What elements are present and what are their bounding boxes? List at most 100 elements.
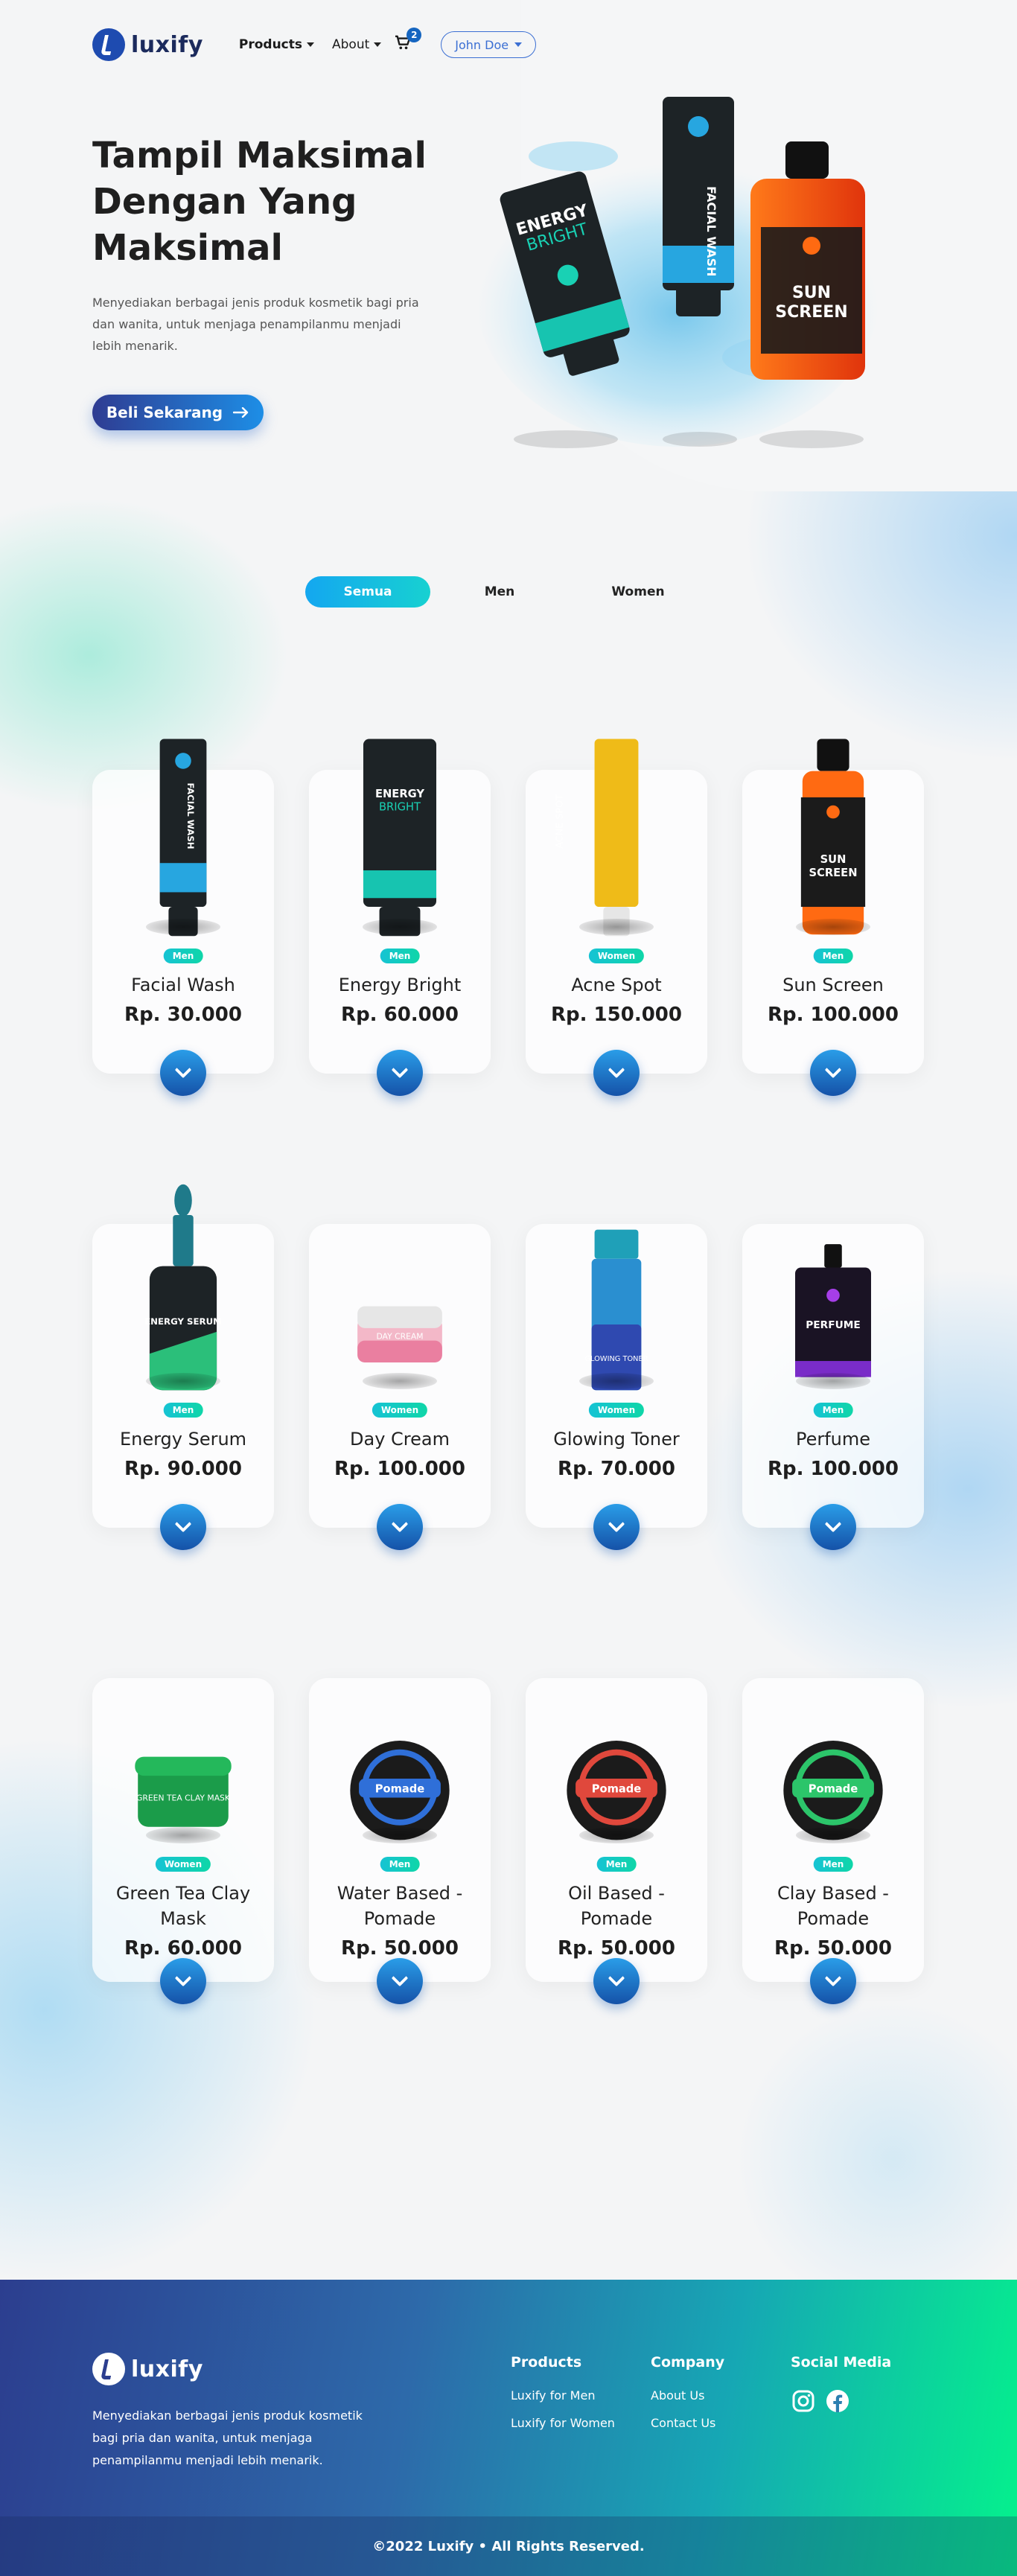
chevron-down-icon [174,1969,192,1987]
product-name: Green Tea Clay Mask [115,1883,251,1929]
product-name: Clay Based - Pomade [777,1883,889,1929]
nav-products-dropdown[interactable]: Products [239,37,315,52]
product-shadow [796,1827,870,1843]
svg-text:GREEN TEA CLAY MASK: GREEN TEA CLAY MASK [136,1793,231,1802]
category-badge: Men [163,1403,203,1418]
footer-logo[interactable]: luxify [92,2353,203,2385]
product-shadow [579,919,654,935]
tab-men[interactable]: Men [430,576,569,608]
expand-details-button[interactable] [377,1958,423,2004]
expand-details-button[interactable] [160,1504,206,1550]
svg-text:DAY CREAM: DAY CREAM [376,1332,423,1342]
product-card[interactable]: Pomade Men Oil Based - Pomade Rp. 50.000 [526,1678,707,2004]
chevron-down-icon [391,1969,409,1987]
expand-details-button[interactable] [160,1050,206,1096]
svg-text:FACIAL WASH: FACIAL WASH [185,782,196,849]
expand-details-button[interactable] [810,1050,856,1096]
footer-link-contact-us[interactable]: Contact Us [651,2416,724,2430]
svg-text:BRIGHT: BRIGHT [379,801,421,814]
product-price: Rp. 50.000 [341,1937,459,1960]
product-price: Rp. 60.000 [124,1937,242,1960]
product-card[interactable]: Pomade Men Water Based - Pomade Rp. 50.000 [309,1678,491,2004]
chevron-down-icon [824,1061,842,1079]
svg-text:SCREEN: SCREEN [775,303,847,322]
chevron-down-icon [608,1061,625,1079]
product-shadow [796,1373,870,1389]
product-card[interactable]: PERFUME Men Perfume Rp. 100.000 [742,1224,924,1550]
expand-details-button[interactable] [377,1504,423,1550]
product-shadow [146,1373,220,1389]
product-price: Rp. 100.000 [768,1458,899,1480]
product-price: Rp. 150.000 [551,1004,682,1026]
footer-link-luxify-men[interactable]: Luxify for Men [511,2388,615,2403]
expand-details-button[interactable] [593,1958,640,2004]
logo[interactable]: luxify [92,28,203,61]
product-price: Rp. 50.000 [774,1937,892,1960]
buy-now-button[interactable]: Beli Sekarang [92,395,264,430]
chevron-down-icon [374,42,382,47]
product-card[interactable]: GLOWING TONER Women Glowing Toner Rp. 70.00… [526,1224,707,1550]
expand-details-button[interactable] [593,1050,640,1096]
category-badge: Men [813,1403,853,1418]
buy-now-label: Beli Sekarang [106,404,223,421]
product-name: Oil Based - Pomade [568,1883,665,1929]
svg-text:SUN: SUN [792,284,831,302]
chevron-down-icon [174,1515,192,1533]
nav-about-dropdown[interactable]: About [332,37,382,52]
category-badge: Men [596,1857,637,1872]
product-price: Rp. 100.000 [334,1458,465,1480]
social-links [791,2388,891,2414]
expand-details-button[interactable] [810,1504,856,1550]
product-price: Rp. 100.000 [768,1004,899,1026]
expand-details-button[interactable] [377,1050,423,1096]
product-name: Energy Bright [338,975,462,995]
svg-text:FACIAL WASH: FACIAL WASH [704,186,718,277]
svg-text:SUN: SUN [820,853,847,866]
product-card[interactable]: DAY CREAM Women Day Cream Rp. 100.000 [309,1224,491,1550]
logo-icon [92,28,125,61]
product-shadow [796,919,870,935]
svg-text:Pomade: Pomade [809,1783,858,1796]
product-card[interactable]: GREEN TEA CLAY MASK Women Green Tea Clay M… [92,1678,274,2004]
footer-products-heading: Products [511,2354,582,2371]
product-name: Acne Spot [571,975,662,995]
instagram-icon[interactable] [791,2388,816,2414]
hero-description: Menyediakan berbagai jenis produk kosmet… [92,296,419,353]
footer-company-column: Company About Us Contact Us [651,2354,724,2443]
chevron-down-icon [307,42,315,47]
product-price: Rp. 30.000 [124,1004,242,1026]
product-card[interactable]: SUN SCREEN Men Sun Screen Rp. 100.000 [742,739,924,1096]
chevron-down-icon [824,1515,842,1533]
expand-details-button[interactable] [593,1504,640,1550]
product-card[interactable]: ENERGY SERUM Men Energy Serum Rp. 90.000 [92,1184,274,1550]
product-shadow [146,919,220,935]
product-card[interactable]: Pomade Men Clay Based - Pomade Rp. 50.000 [742,1678,924,2004]
navbar: luxify Products About 2 John Doe [92,25,537,64]
product-name: Water Based - Pomade [337,1883,463,1929]
expand-details-button[interactable] [810,1958,856,2004]
product-price: Rp. 90.000 [124,1458,242,1480]
svg-text:SCREEN: SCREEN [809,867,857,879]
footer-link-luxify-women[interactable]: Luxify for Women [511,2416,615,2430]
expand-details-button[interactable] [160,1958,206,2004]
arrow-right-icon [233,407,249,418]
product-shadow [579,1373,654,1389]
cart-button[interactable]: 2 [395,28,422,54]
product-card[interactable]: FACIAL WASH Men Facial Wash Rp. 30.000 [92,739,274,1096]
product-shadow [579,1827,654,1843]
logo-text: luxify [131,31,203,58]
cart-count-badge: 2 [407,28,422,42]
product-card[interactable]: ENERGY BRIGHT Men Energy Bright Rp. 60.000 [309,739,491,1096]
tab-semua[interactable]: Semua [305,576,430,608]
product-name: Glowing Toner [553,1429,680,1450]
chevron-down-icon [608,1515,625,1533]
footer-link-about-us[interactable]: About Us [651,2388,724,2403]
product-card[interactable]: ACNE SPOT Women Acne Spot Rp. 150.000 [526,739,707,1096]
facebook-icon[interactable] [825,2388,850,2414]
product-shadow [363,919,437,935]
user-menu-button[interactable]: John Doe [441,31,537,58]
chevron-down-icon [824,1969,842,1987]
hero-product-image: ENERGY BRIGHT FACIAL WASH SUN SCREEN [476,97,879,448]
tab-women[interactable]: Women [569,576,707,608]
chevron-down-icon [514,42,523,47]
